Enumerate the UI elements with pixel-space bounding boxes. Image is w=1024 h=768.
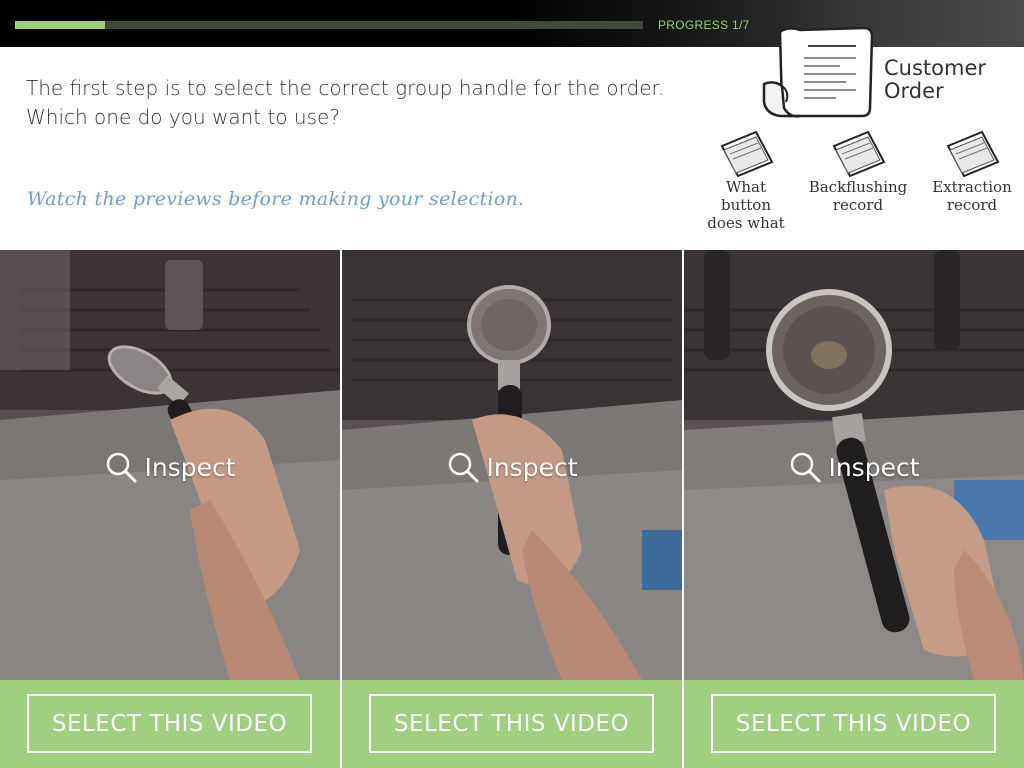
progress-fill <box>15 21 105 29</box>
question-line-1: The first step is to select the correct … <box>26 76 665 100</box>
video-panel-2: Inspect SELECT THIS VIDEO <box>342 250 682 768</box>
ticket-icon <box>832 130 886 178</box>
video-preview-3[interactable]: Inspect <box>684 250 1024 680</box>
ticket-icon <box>720 130 774 178</box>
magnifier-icon <box>107 452 137 483</box>
resource-backflushing-record[interactable]: Backflushing record <box>803 128 913 214</box>
inspect-label: Inspect <box>828 452 920 482</box>
resource-label: Extraction record <box>932 178 1012 214</box>
video-preview-1[interactable]: Inspect <box>0 250 340 680</box>
select-video-button-3[interactable]: SELECT THIS VIDEO <box>711 694 996 753</box>
magnifier-icon <box>791 452 821 483</box>
inspect-button-2[interactable]: Inspect <box>342 450 682 484</box>
video-panel-1: Inspect SELECT THIS VIDEO <box>0 250 340 768</box>
resource-label: What button does what <box>707 178 785 232</box>
video-panel-3: Inspect SELECT THIS VIDEO <box>684 250 1024 768</box>
customer-order-label: Customer Order <box>884 57 986 103</box>
resource-extraction-record[interactable]: Extraction record <box>917 128 1024 214</box>
select-area-2: SELECT THIS VIDEO <box>342 680 682 768</box>
magnifier-icon <box>449 452 479 483</box>
progress-track <box>15 21 643 29</box>
resource-what-button-does-what[interactable]: What button does what <box>691 128 801 232</box>
question-line-2: Which one do you want to use? <box>26 105 340 129</box>
inspect-label: Inspect <box>144 452 236 482</box>
customer-order-line-1: Customer <box>884 56 987 80</box>
select-area-3: SELECT THIS VIDEO <box>684 680 1024 768</box>
customer-order-line-2: Order <box>884 79 944 103</box>
inspect-button-3[interactable]: Inspect <box>684 450 1024 484</box>
receipt-icon <box>762 26 874 118</box>
progress-label: PROGRESS 1/7 <box>658 18 750 32</box>
question-text: The first step is to select the correct … <box>26 74 666 132</box>
select-video-button-1[interactable]: SELECT THIS VIDEO <box>27 694 312 753</box>
video-panels: Inspect SELECT THIS VIDEO Inspect SELECT… <box>0 250 1024 768</box>
inspect-button-1[interactable]: Inspect <box>0 450 340 484</box>
hint-text: Watch the previews before making your se… <box>27 188 525 210</box>
customer-order-button[interactable]: Customer Order <box>760 24 1010 120</box>
select-video-button-2[interactable]: SELECT THIS VIDEO <box>369 694 654 753</box>
ticket-icon <box>946 130 1000 178</box>
video-preview-2[interactable]: Inspect <box>342 250 682 680</box>
select-area-1: SELECT THIS VIDEO <box>0 680 340 768</box>
resource-label: Backflushing record <box>808 178 908 214</box>
inspect-label: Inspect <box>486 452 578 482</box>
